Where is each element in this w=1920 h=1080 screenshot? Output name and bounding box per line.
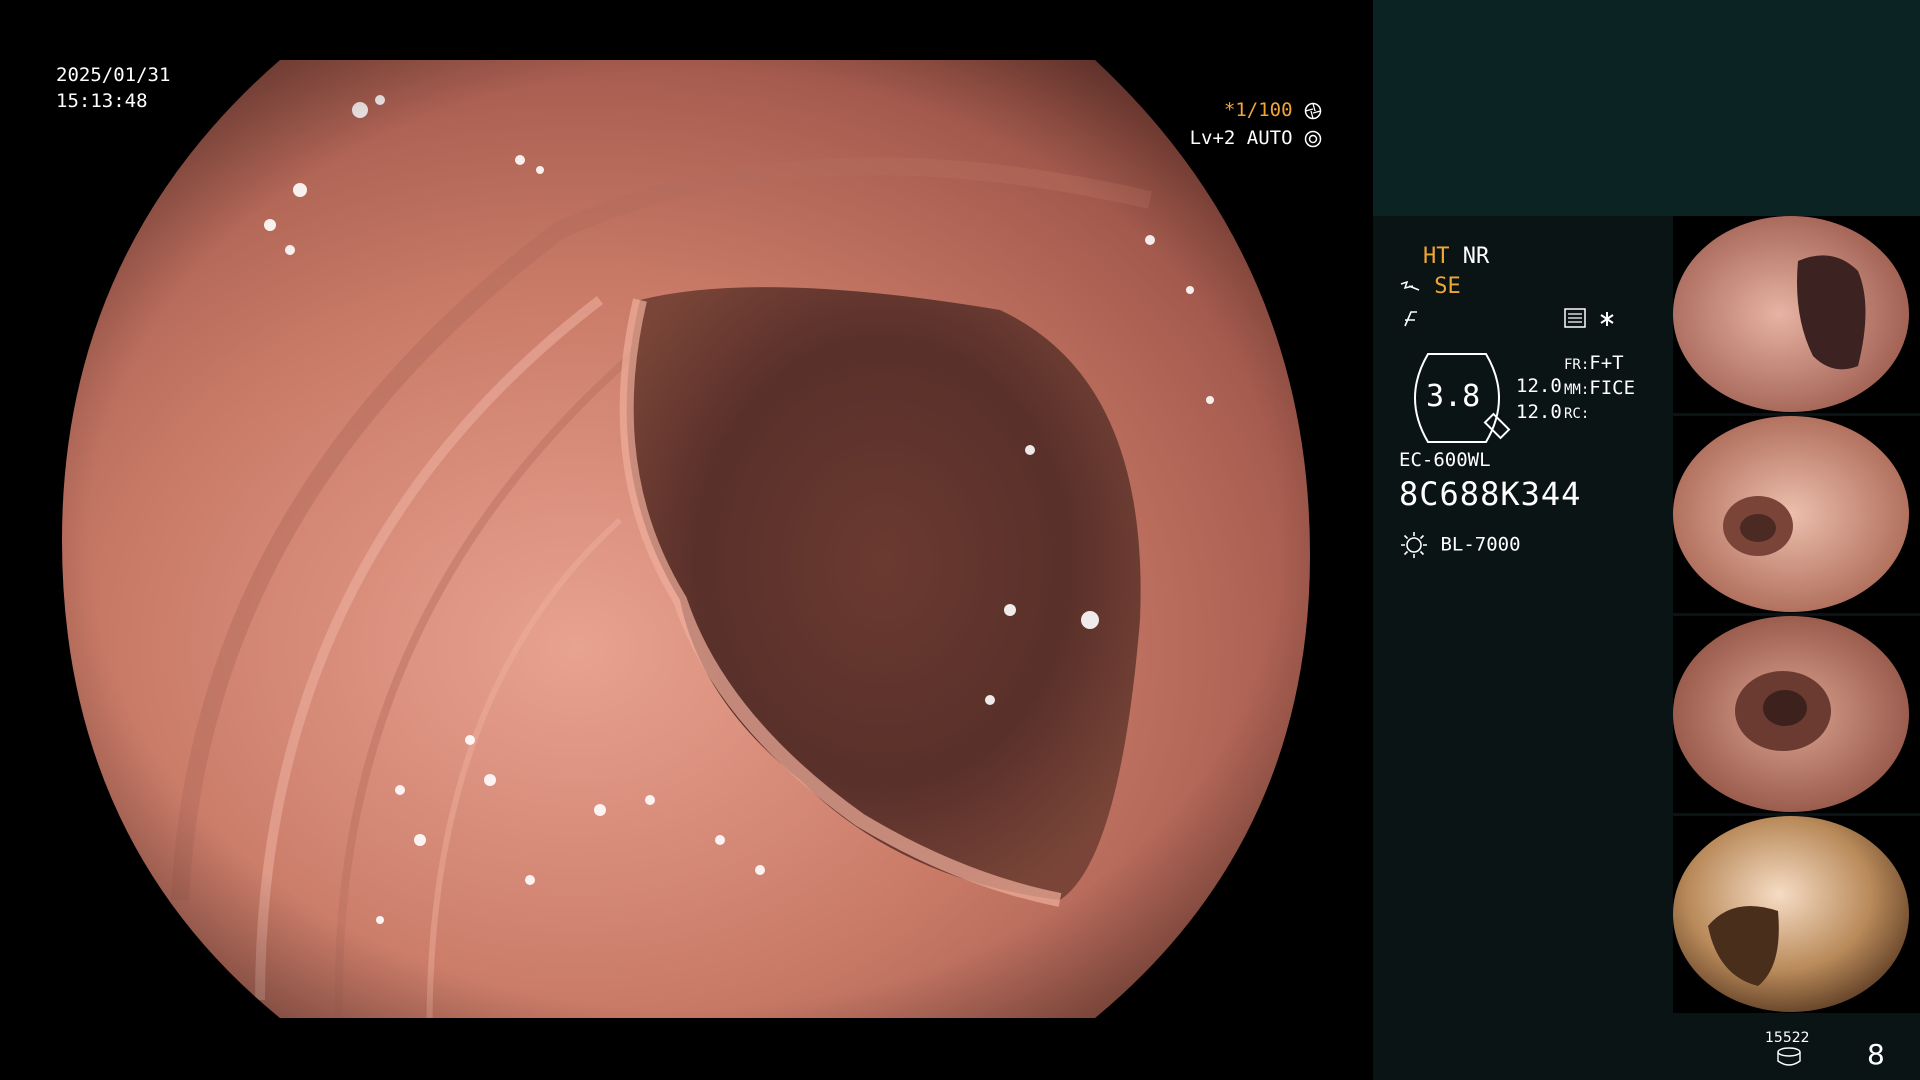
- side-info-panel: HT NR SE 3.8 12.0 12.0 FR:F+T MM:FICE RC…: [1373, 0, 1920, 1080]
- exam-time: 15:13:48: [56, 90, 148, 112]
- ht-nr-row: HT NR: [1423, 243, 1489, 271]
- scope-serial: 8C688K344: [1399, 475, 1582, 513]
- edge-row: [1401, 305, 1421, 333]
- shutter-speed-value: *1/100: [1223, 99, 1293, 121]
- enhancement-value: 3.8: [1426, 379, 1481, 414]
- mm-value: FICE: [1589, 377, 1636, 399]
- endoscope-main-view: 2025/01/31 15:13:48 *1/100 Lv+2 AUTO: [0, 0, 1372, 1080]
- thumbnail-image: [1673, 216, 1909, 412]
- storage-icon: [1777, 1047, 1801, 1066]
- thumbnail-image: [1673, 416, 1909, 612]
- mm-label: MM:: [1564, 382, 1590, 398]
- light-source-icon: [1401, 532, 1427, 558]
- se-indicator: SE: [1434, 274, 1461, 299]
- auto-iris-icon: [1304, 130, 1322, 147]
- fr-label: FR:: [1564, 357, 1590, 373]
- captured-thumbnail-3[interactable]: [1673, 616, 1920, 813]
- se-row: SE: [1399, 273, 1461, 301]
- light-level-value: Lv+2 AUTO: [1189, 127, 1293, 149]
- shutter-speed-indicator: *1/100: [1224, 97, 1322, 123]
- shutter-icon: [1304, 102, 1322, 119]
- edge-icon: [1404, 311, 1417, 327]
- ht-indicator: HT: [1423, 244, 1450, 269]
- light-source-row: BL-7000: [1399, 530, 1521, 560]
- rc-row: RC:: [1564, 398, 1589, 428]
- nr-indicator: NR: [1462, 244, 1490, 269]
- rc-label: RC:: [1564, 406, 1590, 422]
- exam-date: 2025/01/31: [56, 64, 171, 86]
- light-source-model: BL-7000: [1440, 533, 1521, 556]
- asterisk-icon: [1600, 312, 1614, 326]
- value-top: 12.0: [1516, 375, 1562, 397]
- thumbnail-image: [1673, 616, 1909, 812]
- captured-thumbnail-2[interactable]: [1673, 416, 1920, 613]
- captured-thumbnail-1[interactable]: [1673, 216, 1920, 413]
- scope-model: EC-600WL: [1399, 449, 1491, 471]
- light-level-indicator: Lv+2 AUTO: [1190, 125, 1322, 151]
- menu-icon: [1564, 308, 1586, 328]
- structure-icon: [1400, 280, 1420, 291]
- image-count: 8: [1867, 1038, 1885, 1071]
- storage-count: 15522: [1765, 1030, 1810, 1046]
- captured-thumbnail-4[interactable]: [1673, 816, 1920, 1013]
- endoscope-live-image: [62, 60, 1310, 1018]
- value-bottom: 12.0: [1516, 401, 1562, 423]
- fr-value: F+T: [1589, 352, 1624, 374]
- panel-header-area: [1373, 0, 1920, 216]
- thumbnail-image: [1673, 816, 1909, 1012]
